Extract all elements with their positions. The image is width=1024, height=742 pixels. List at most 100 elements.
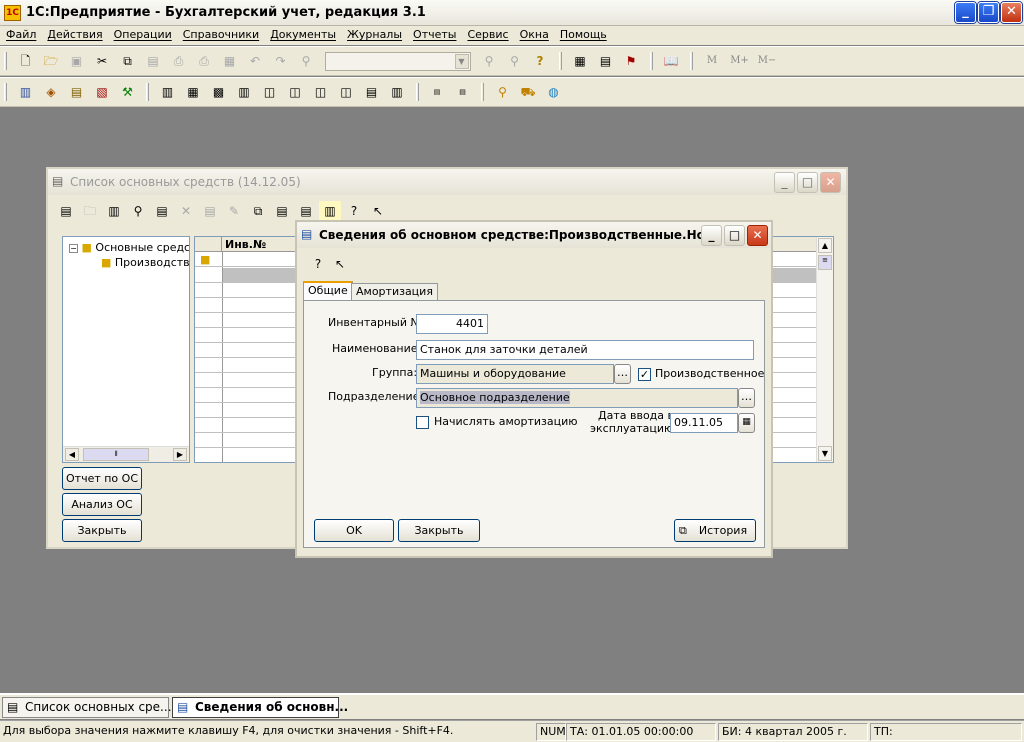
tree-root[interactable]: − ■ Основные средс (69, 241, 189, 254)
list-maximize-button[interactable]: □ (797, 172, 818, 193)
list-minimize-button[interactable]: _ (774, 172, 795, 193)
menu-actions[interactable]: Действия (41, 26, 107, 45)
division-field[interactable]: Основное подразделение (416, 388, 738, 408)
amortization-checkbox[interactable] (416, 416, 429, 429)
book-icon[interactable]: 📖 (661, 51, 681, 71)
find-icon[interactable]: ⚲ (296, 51, 316, 71)
menu-reports[interactable]: Отчеты (407, 26, 461, 45)
copy-item-icon[interactable]: ▥ (103, 201, 125, 221)
menu-service[interactable]: Сервис (461, 26, 513, 45)
inv-number-field[interactable]: 4401 (416, 314, 488, 334)
calendar-icon[interactable]: ▦ (738, 413, 755, 433)
hierarchy-icon[interactable]: ⧉ (247, 201, 269, 221)
scroll-down-icon[interactable]: ▼ (818, 446, 832, 461)
add-folder-icon[interactable]: 🗀 (79, 201, 101, 221)
open-folder-icon[interactable]: 🗁 (41, 51, 61, 71)
help-icon[interactable]: ? (530, 51, 550, 71)
mark-delete-icon[interactable]: ▤ (199, 201, 221, 221)
properties-icon[interactable]: ▦ (220, 51, 240, 71)
calculator-icon[interactable]: ▦ (570, 51, 590, 71)
context-help-icon[interactable]: ↖ (367, 201, 389, 221)
flag-icon[interactable]: ⚑ (621, 51, 641, 71)
name-field[interactable]: Станок для заточки деталей (416, 340, 754, 360)
list-close-button[interactable]: ✕ (820, 172, 841, 193)
chess-icon[interactable]: ▩ (209, 82, 229, 102)
cut-icon[interactable]: ✂ (92, 51, 112, 71)
add-icon[interactable]: ▤ (55, 201, 77, 221)
level-icon[interactable]: ▤ (271, 201, 293, 221)
tree-hscrollbar[interactable]: ◀ ⦀ ▶ (63, 446, 189, 462)
entries-icon[interactable]: ▧ (92, 82, 112, 102)
subconto-card-icon[interactable]: ◫ (336, 82, 356, 102)
tools-icon[interactable]: ⚒ (118, 82, 138, 102)
memory-plus-button[interactable]: M+ (729, 51, 751, 71)
division-select-button[interactable]: … (738, 388, 755, 408)
scroll-right-icon[interactable]: ▶ (173, 448, 187, 461)
subconto-icon[interactable]: ◫ (311, 82, 331, 102)
details-maximize-button[interactable]: □ (724, 225, 745, 246)
search-icon[interactable]: ⚲ (127, 201, 149, 221)
undo-icon[interactable]: ↶ (245, 51, 265, 71)
turnover-icon[interactable]: ▦ (183, 82, 203, 102)
grid-header-inv[interactable]: Инв.№ (225, 238, 266, 251)
details-minimize-button[interactable]: _ (701, 225, 722, 246)
menu-documents[interactable]: Документы (264, 26, 341, 45)
task-list-window[interactable]: ▤ Список основных сре... (2, 697, 172, 718)
menu-windows[interactable]: Окна (514, 26, 554, 45)
report-button[interactable]: Отчет по ОС (62, 467, 142, 490)
balance-icon[interactable]: ▥ (158, 82, 178, 102)
date-field[interactable]: 09.11.05 (670, 413, 738, 433)
menu-help[interactable]: Помощь (554, 26, 612, 45)
journal-icon[interactable]: ▤ (67, 82, 87, 102)
close-button[interactable]: ✕ (1001, 2, 1022, 23)
restore-button[interactable]: ❐ (978, 2, 999, 23)
help-icon[interactable]: ? (343, 201, 365, 221)
context-help-icon[interactable]: ↖ (330, 254, 350, 274)
chart-of-accounts-icon[interactable]: ▥ (16, 82, 36, 102)
globe-icon[interactable]: ◍ (544, 82, 564, 102)
account-card-icon[interactable]: ▥ (234, 82, 254, 102)
list-close-button-bottom[interactable]: Закрыть (62, 519, 142, 542)
print-icon[interactable]: ⎙ (169, 51, 189, 71)
person-icon[interactable]: ⚲ (493, 82, 513, 102)
chevron-down-icon[interactable]: ▼ (454, 53, 469, 69)
report-icon[interactable]: ▤ (362, 82, 382, 102)
diagram-icon[interactable]: ▥ (387, 82, 407, 102)
task-details-window[interactable]: ▤ Сведения об основн... (172, 697, 348, 718)
analysis-button[interactable]: Анализ ОС (62, 493, 142, 516)
grid-vscrollbar[interactable]: ▲ ≡ ▼ (816, 237, 833, 462)
new-document-icon[interactable]: 🗋 (16, 51, 36, 71)
move-icon[interactable]: ✎ (223, 201, 245, 221)
invoice-icon[interactable]: ▤ (453, 82, 473, 102)
help-icon[interactable]: ? (308, 254, 328, 274)
group-field[interactable]: Машины и оборудование (416, 364, 614, 384)
menu-journals[interactable]: Журналы (341, 26, 407, 45)
operations-icon[interactable]: ◈ (41, 82, 61, 102)
memory-minus-button[interactable]: M− (756, 51, 778, 71)
details-close-button-bottom[interactable]: Закрыть (398, 519, 480, 542)
tab-general[interactable]: Общие (303, 281, 353, 301)
calendar-icon[interactable]: ▤ (596, 51, 616, 71)
find-next-icon[interactable]: ⚲ (479, 51, 499, 71)
payment-order-icon[interactable]: ▤ (427, 82, 447, 102)
ok-button[interactable]: OK (314, 519, 394, 542)
menu-operations[interactable]: Операции (108, 26, 177, 45)
menu-file[interactable]: Файл (0, 26, 41, 45)
scroll-left-icon[interactable]: ◀ (65, 448, 79, 461)
tree-icon[interactable]: ▥ (319, 201, 341, 221)
save-icon[interactable]: ▣ (67, 51, 87, 71)
scroll-thumb[interactable]: ≡ (818, 255, 832, 270)
details-close-button[interactable]: ✕ (747, 225, 768, 246)
truck-icon[interactable]: ⛟ (518, 82, 538, 102)
delete-icon[interactable]: ✕ (175, 201, 197, 221)
menu-catalogs[interactable]: Справочники (177, 26, 264, 45)
memory-button[interactable]: M (701, 51, 723, 71)
group-select-button[interactable]: … (614, 364, 631, 384)
replace-icon[interactable]: ⚲ (505, 51, 525, 71)
search-combo[interactable]: ▼ (324, 51, 471, 71)
tree-child[interactable]: ■ Производстве (101, 256, 189, 269)
paste-icon[interactable]: ▤ (143, 51, 163, 71)
edit-icon[interactable]: ▤ (151, 201, 173, 221)
copy-icon[interactable]: ⧉ (118, 51, 138, 71)
print-preview-icon[interactable]: ⎙ (194, 51, 214, 71)
